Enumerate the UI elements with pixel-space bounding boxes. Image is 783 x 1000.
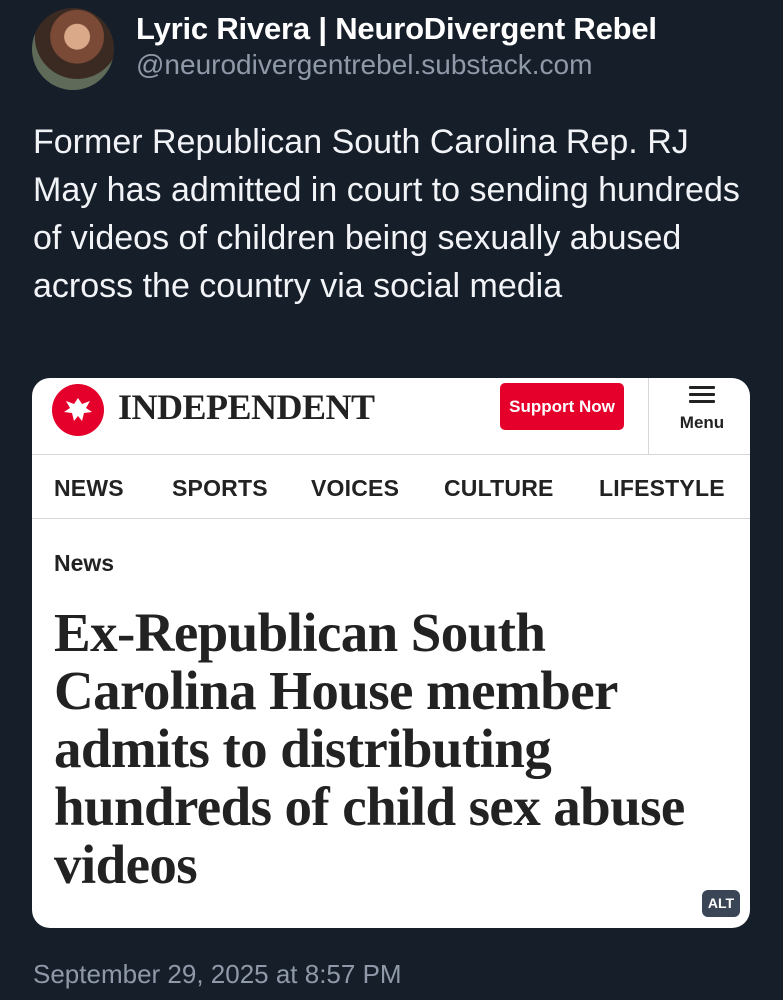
header-divider (648, 378, 649, 454)
nav-item-lifestyle[interactable]: LIFESTYLE (599, 475, 725, 502)
eagle-logo-icon (52, 384, 104, 436)
author-avatar[interactable] (32, 8, 114, 90)
hamburger-menu-icon (689, 386, 715, 403)
article-section[interactable]: News (54, 550, 114, 577)
menu-label: Menu (679, 413, 725, 432)
nav-item-news[interactable]: NEWS (54, 475, 124, 502)
alt-text-badge[interactable]: ALT (702, 890, 740, 917)
nav-item-sports[interactable]: SPORTS (172, 475, 268, 502)
publication-logo: INDEPENDENT (118, 387, 375, 427)
menu-button[interactable]: Menu (664, 382, 740, 433)
author-display-name[interactable]: Lyric Rivera | NeuroDivergent Rebel (136, 10, 657, 48)
nav-item-culture[interactable]: CULTURE (444, 475, 554, 502)
author-info: Lyric Rivera | NeuroDivergent Rebel @neu… (136, 10, 657, 84)
site-header: INDEPENDENT Support Now Menu (32, 378, 750, 455)
post-text: Former Republican South Carolina Rep. RJ… (33, 123, 740, 305)
nav-item-voices[interactable]: VOICES (311, 475, 399, 502)
section-nav: NEWS SPORTS VOICES CULTURE LIFESTYLE (32, 455, 750, 519)
post-timestamp[interactable]: September 29, 2025 at 8:57 PM (33, 959, 402, 990)
post-header: Lyric Rivera | NeuroDivergent Rebel @neu… (32, 8, 657, 90)
article-headline: Ex-Republican South Carolina House membe… (54, 602, 685, 895)
embedded-image-card[interactable]: INDEPENDENT Support Now Menu NEWS SPORTS… (32, 378, 750, 928)
support-now-button[interactable]: Support Now (500, 383, 624, 430)
author-handle[interactable]: @neurodivergentrebel.substack.com (136, 46, 657, 84)
